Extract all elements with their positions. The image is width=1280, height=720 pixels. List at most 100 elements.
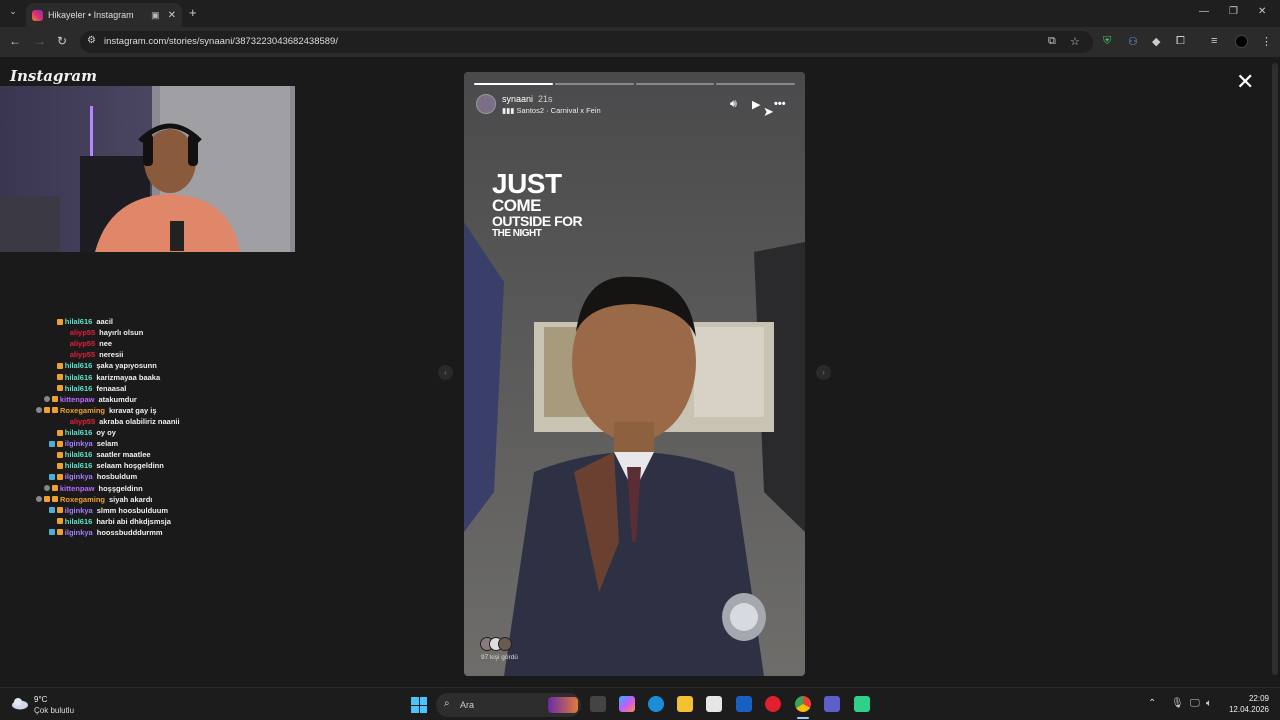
chat-username: aliyp55 bbox=[69, 416, 96, 426]
chat-text: oy oy bbox=[96, 428, 116, 437]
media-controls-icon[interactable]: ≡ bbox=[1211, 35, 1217, 47]
chat-username: hilal616 bbox=[64, 383, 93, 393]
previous-story-button[interactable]: ‹ bbox=[438, 365, 453, 380]
show-hidden-icons-chevron-icon[interactable]: ⌃ bbox=[1148, 698, 1156, 709]
chat-badge-icon bbox=[51, 396, 58, 403]
shield-extension-icon[interactable]: ⛨ bbox=[1103, 35, 1111, 48]
media-playing-icon[interactable]: ▣ bbox=[151, 10, 160, 21]
clock-date[interactable]: 12.04.2026 bbox=[1222, 705, 1269, 714]
reload-button[interactable]: ↻ bbox=[57, 34, 67, 48]
chat-text: karizmayaa baaka bbox=[96, 372, 161, 382]
install-app-icon[interactable]: ⧉ bbox=[1048, 35, 1056, 48]
story-viewer[interactable]: synaani 21s ▮▮▮ Santos2 · Carnival x Fei… bbox=[464, 72, 805, 676]
teams-icon[interactable] bbox=[824, 696, 840, 712]
streamer-webcam bbox=[0, 86, 295, 252]
search-highlight-image bbox=[548, 697, 578, 713]
profile-avatar[interactable] bbox=[1235, 35, 1248, 48]
chat-text: aacil bbox=[96, 317, 114, 326]
network-icon[interactable]: 🖵︎ bbox=[1190, 698, 1200, 709]
file-explorer-icon[interactable] bbox=[677, 696, 693, 712]
next-story-button[interactable]: › bbox=[816, 365, 831, 380]
tab-close-icon[interactable]: ✕ bbox=[168, 10, 176, 21]
chat-text: siyah akardı bbox=[109, 494, 153, 504]
extensions-puzzle-icon[interactable]: ⧠ bbox=[1176, 35, 1185, 48]
chat-message: hilal616 karizmayaa baaka bbox=[56, 372, 161, 383]
bookmark-star-icon[interactable]: ☆ bbox=[1070, 35, 1080, 48]
instagram-logo[interactable]: Instagram bbox=[10, 67, 97, 85]
mouse-cursor-icon: ➤ bbox=[763, 104, 774, 119]
chat-message: ilginkya selam bbox=[48, 438, 118, 449]
chat-message: kittenpaw atakumdur bbox=[43, 394, 137, 405]
windows-taskbar: 9°C Çok bulutlu ⌕ Ara ⌃ 🎙︎ 🖵︎ 🔈︎ 22:09 1… bbox=[0, 687, 1280, 720]
forward-button[interactable]: → bbox=[34, 34, 46, 48]
restore-button[interactable]: ❐ bbox=[1229, 6, 1238, 17]
play-icon[interactable]: ▶ bbox=[752, 98, 760, 111]
start-button[interactable] bbox=[411, 697, 427, 713]
progress-segment bbox=[554, 83, 634, 85]
close-stories-button[interactable]: ✕ bbox=[1236, 71, 1254, 93]
chat-text: nee bbox=[99, 339, 113, 349]
seen-by-count[interactable]: 97 kişi gördü bbox=[481, 654, 518, 661]
page-scrollbar[interactable] bbox=[1270, 57, 1280, 687]
mail-icon[interactable] bbox=[736, 696, 752, 712]
edge-icon[interactable] bbox=[648, 696, 664, 712]
tab-instagram-stories[interactable]: Hikayeler • Instagram ▣ ✕ bbox=[26, 3, 182, 27]
chat-text: selaam hoşgeldinn bbox=[96, 461, 164, 471]
app-icon[interactable] bbox=[854, 696, 870, 712]
chat-badge-icon bbox=[56, 507, 63, 514]
chat-username: Roxegaming bbox=[60, 494, 106, 504]
browser-toolbar: ← → ↻ ⚙ instagram.com/stories/synaani/38… bbox=[0, 27, 1280, 57]
chat-badge-icon bbox=[56, 529, 63, 536]
cloudy-weather-icon[interactable] bbox=[11, 696, 29, 710]
tab-search-icon[interactable]: ⌄ bbox=[6, 6, 20, 20]
volume-icon[interactable]: 🔊︎ bbox=[730, 98, 737, 111]
story-music-label[interactable]: ▮▮▮ Santos2 · Carnival x Fein bbox=[502, 106, 601, 115]
story-text-line-1: JUST bbox=[492, 168, 562, 199]
story-progress-bar bbox=[474, 83, 795, 85]
music-bars-icon: ▮▮▮ bbox=[502, 106, 517, 115]
search-placeholder: Ara bbox=[460, 700, 475, 710]
chat-badge-icon bbox=[52, 496, 58, 503]
chat-badge-icon bbox=[36, 407, 42, 414]
new-tab-button[interactable]: + bbox=[189, 5, 197, 20]
extension-icon[interactable]: ⚇ bbox=[1128, 35, 1138, 48]
chat-message: hilal616 selaam hoşgeldinn bbox=[56, 460, 164, 471]
chat-username: Roxegaming bbox=[60, 405, 106, 415]
taskbar-search[interactable]: ⌕ Ara bbox=[436, 693, 581, 717]
address-bar[interactable]: ⚙ instagram.com/stories/synaani/38732230… bbox=[80, 31, 1093, 53]
chat-badge-icon bbox=[56, 318, 63, 325]
clock-time[interactable]: 22:09 bbox=[1229, 694, 1269, 703]
site-info-icon[interactable]: ⚙ bbox=[87, 35, 96, 46]
chat-username: hilal616 bbox=[64, 372, 93, 382]
story-user-avatar[interactable] bbox=[476, 94, 496, 114]
chat-badge-icon bbox=[48, 529, 55, 536]
chat-message: hilal616 fenaasal bbox=[56, 383, 127, 394]
extension-diamond-icon[interactable]: ◆ bbox=[1152, 35, 1160, 48]
weather-condition[interactable]: Çok bulutlu bbox=[34, 706, 74, 715]
chat-badge-icon bbox=[56, 385, 63, 392]
chat-text: fenaasal bbox=[96, 383, 127, 393]
weather-temperature[interactable]: 9°C bbox=[34, 695, 47, 704]
viewer-avatars[interactable] bbox=[480, 637, 520, 653]
minimize-button[interactable]: — bbox=[1199, 6, 1209, 17]
window-close-button[interactable]: ✕ bbox=[1258, 6, 1266, 17]
back-button[interactable]: ← bbox=[9, 34, 21, 48]
chat-text: slmm hoosbulduum bbox=[96, 505, 168, 515]
microsoft-store-icon[interactable] bbox=[706, 696, 722, 712]
chat-badge-icon bbox=[56, 473, 63, 480]
url-text[interactable]: instagram.com/stories/synaani/3873223043… bbox=[104, 36, 338, 47]
menu-kebab-icon[interactable]: ⋮ bbox=[1261, 35, 1272, 48]
opera-icon[interactable] bbox=[765, 696, 781, 712]
copilot-icon[interactable] bbox=[619, 696, 635, 712]
chat-message: Roxegaming kıravat gay iş bbox=[36, 405, 157, 416]
microphone-icon[interactable]: 🎙︎ bbox=[1171, 698, 1184, 709]
more-options-icon[interactable]: ••• bbox=[774, 98, 786, 110]
task-view-icon[interactable] bbox=[590, 696, 606, 712]
progress-segment bbox=[716, 83, 795, 85]
volume-tray-icon[interactable]: 🔈︎ bbox=[1206, 698, 1212, 709]
story-username[interactable]: synaani bbox=[502, 94, 533, 104]
chat-text: atakumdur bbox=[98, 394, 137, 404]
chat-badge-icon bbox=[56, 462, 63, 469]
chrome-icon[interactable] bbox=[795, 696, 811, 712]
tab-title: Hikayeler • Instagram bbox=[48, 10, 134, 20]
